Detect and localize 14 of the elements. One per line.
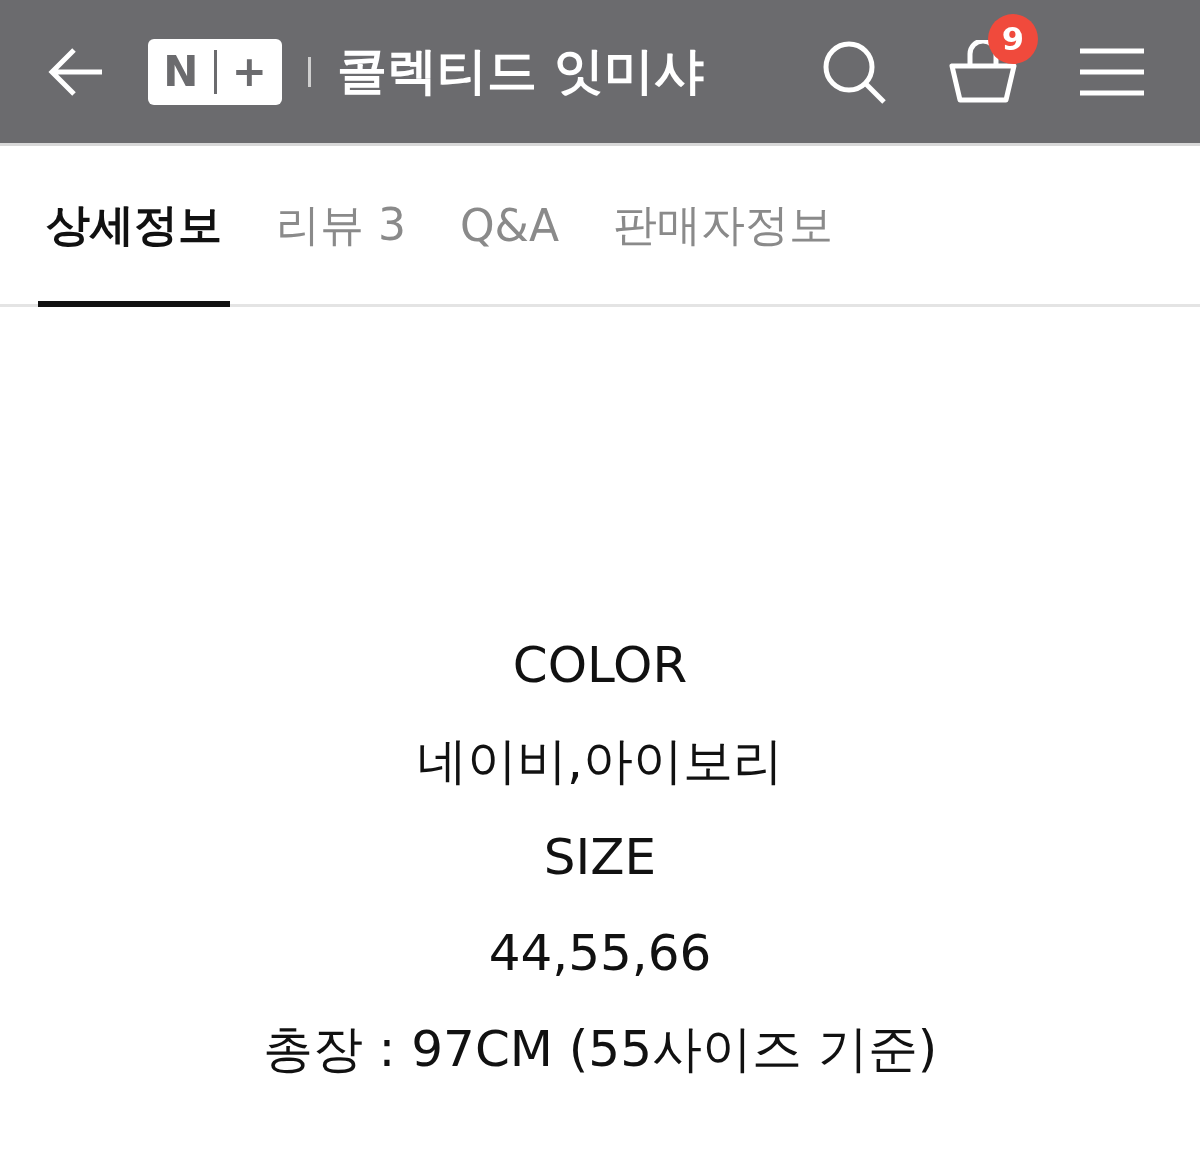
detail-text: 총장 : 97CM (55사이즈 기준) [262, 1019, 938, 1080]
store-logo[interactable]: N + [148, 38, 282, 105]
store-title: 콜렉티드 잇미샤 [337, 41, 705, 102]
tab[interactable]: Q&A [452, 146, 568, 304]
menu-icon[interactable] [1080, 47, 1144, 96]
tab[interactable]: 상세정보 [38, 146, 230, 304]
detail-text: COLOR [512, 635, 688, 696]
cart-count-badge: 9 [988, 13, 1038, 64]
search-icon[interactable] [822, 39, 886, 104]
tab[interactable]: 판매자정보 [605, 146, 842, 304]
detail-text: 44,55,66 [488, 923, 712, 984]
detail-text: 네이비,아이보리 [417, 731, 783, 792]
detail-text: SIZE [543, 827, 657, 888]
tab[interactable]: 리뷰 3 [268, 146, 414, 304]
